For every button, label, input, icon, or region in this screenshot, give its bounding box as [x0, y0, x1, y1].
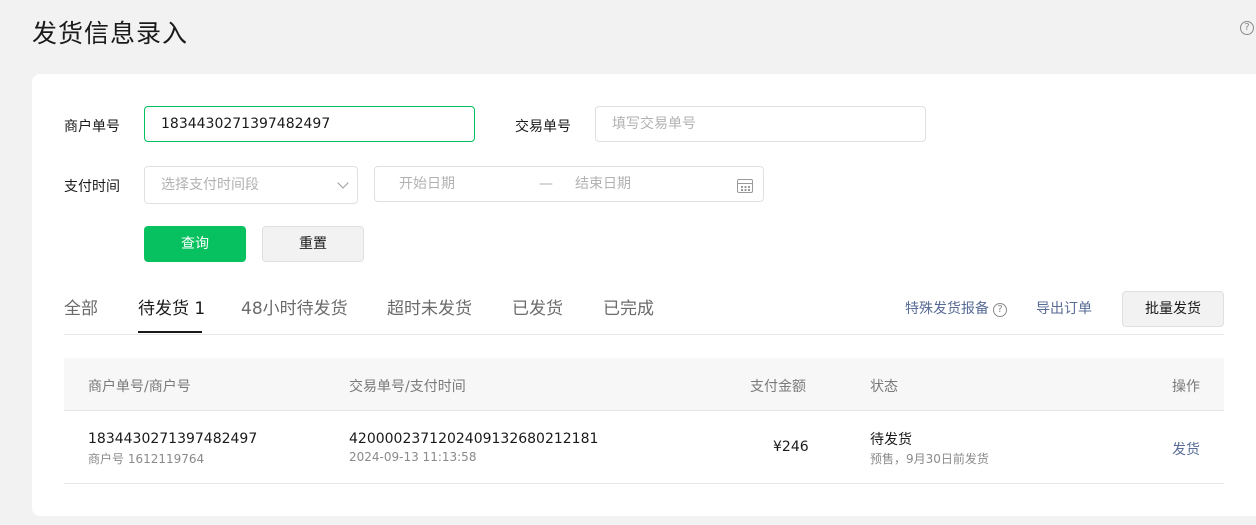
- chevron-down-icon: [337, 177, 349, 189]
- pay-time-cell: 2024-09-13 11:13:58: [349, 450, 477, 464]
- question-icon[interactable]: ?: [993, 303, 1007, 317]
- transaction-id-cell: 4200002371202409132680212181: [349, 431, 599, 447]
- pay-time-select-placeholder: 选择支付时间段: [161, 177, 259, 193]
- end-date-placeholder: 结束日期: [575, 176, 631, 192]
- transaction-placeholder: 填写交易单号: [612, 116, 696, 132]
- calendar-icon[interactable]: [737, 179, 753, 193]
- merchant-order-label: 商户单号: [64, 119, 120, 135]
- column-action: 操作: [1172, 379, 1200, 395]
- tab-overdue[interactable]: 超时未发货: [387, 294, 472, 319]
- transaction-label: 交易单号: [515, 119, 571, 135]
- pay-time-label: 支付时间: [64, 179, 120, 195]
- merchant-order-input[interactable]: 1834430271397482497: [144, 106, 475, 142]
- merchant-order-cell: 1834430271397482497: [88, 431, 258, 447]
- column-status: 状态: [870, 379, 898, 395]
- amount-cell: ¥246: [773, 439, 809, 455]
- batch-ship-button[interactable]: 批量发货: [1122, 291, 1224, 327]
- special-report-label: 特殊发货报备: [905, 301, 989, 317]
- tabs-divider: [64, 334, 1224, 335]
- column-amount: 支付金额: [750, 379, 806, 395]
- status-cell: 待发货: [870, 432, 912, 448]
- status-note-cell: 预售，9月30日前发货: [870, 452, 989, 466]
- date-separator: —: [539, 176, 553, 192]
- tab-pending-48h[interactable]: 48小时待发货: [241, 294, 348, 319]
- tab-all[interactable]: 全部: [64, 294, 98, 319]
- help-icon[interactable]: ?: [1240, 21, 1254, 35]
- special-report-link[interactable]: 特殊发货报备?: [905, 298, 1007, 318]
- row-divider: [64, 483, 1224, 484]
- header-divider: [64, 410, 1224, 411]
- export-orders-link[interactable]: 导出订单: [1036, 298, 1092, 318]
- query-button[interactable]: 查询: [144, 226, 246, 262]
- page-title: 发货信息录入: [32, 19, 189, 48]
- column-transaction: 交易单号/支付时间: [349, 379, 466, 395]
- tab-shipped[interactable]: 已发货: [512, 294, 563, 319]
- reset-button[interactable]: 重置: [262, 226, 364, 262]
- shipping-card: 商户单号 1834430271397482497 交易单号 填写交易单号 支付时…: [32, 74, 1256, 516]
- transaction-input[interactable]: 填写交易单号: [595, 106, 926, 142]
- ship-link[interactable]: 发货: [1172, 439, 1200, 459]
- date-range-picker[interactable]: 开始日期 — 结束日期: [374, 166, 764, 202]
- merchant-order-value: 1834430271397482497: [161, 116, 331, 132]
- column-merchant: 商户单号/商户号: [88, 379, 191, 395]
- tab-completed[interactable]: 已完成: [603, 294, 654, 319]
- tab-pending[interactable]: 待发货 1: [138, 294, 205, 319]
- table-header: 商户单号/商户号 交易单号/支付时间 支付金额 状态 操作: [64, 358, 1224, 410]
- start-date-placeholder: 开始日期: [399, 176, 455, 192]
- merchant-id-cell: 商户号 1612119764: [88, 452, 205, 466]
- pay-time-select[interactable]: 选择支付时间段: [144, 166, 358, 204]
- active-tab-indicator: [138, 331, 202, 333]
